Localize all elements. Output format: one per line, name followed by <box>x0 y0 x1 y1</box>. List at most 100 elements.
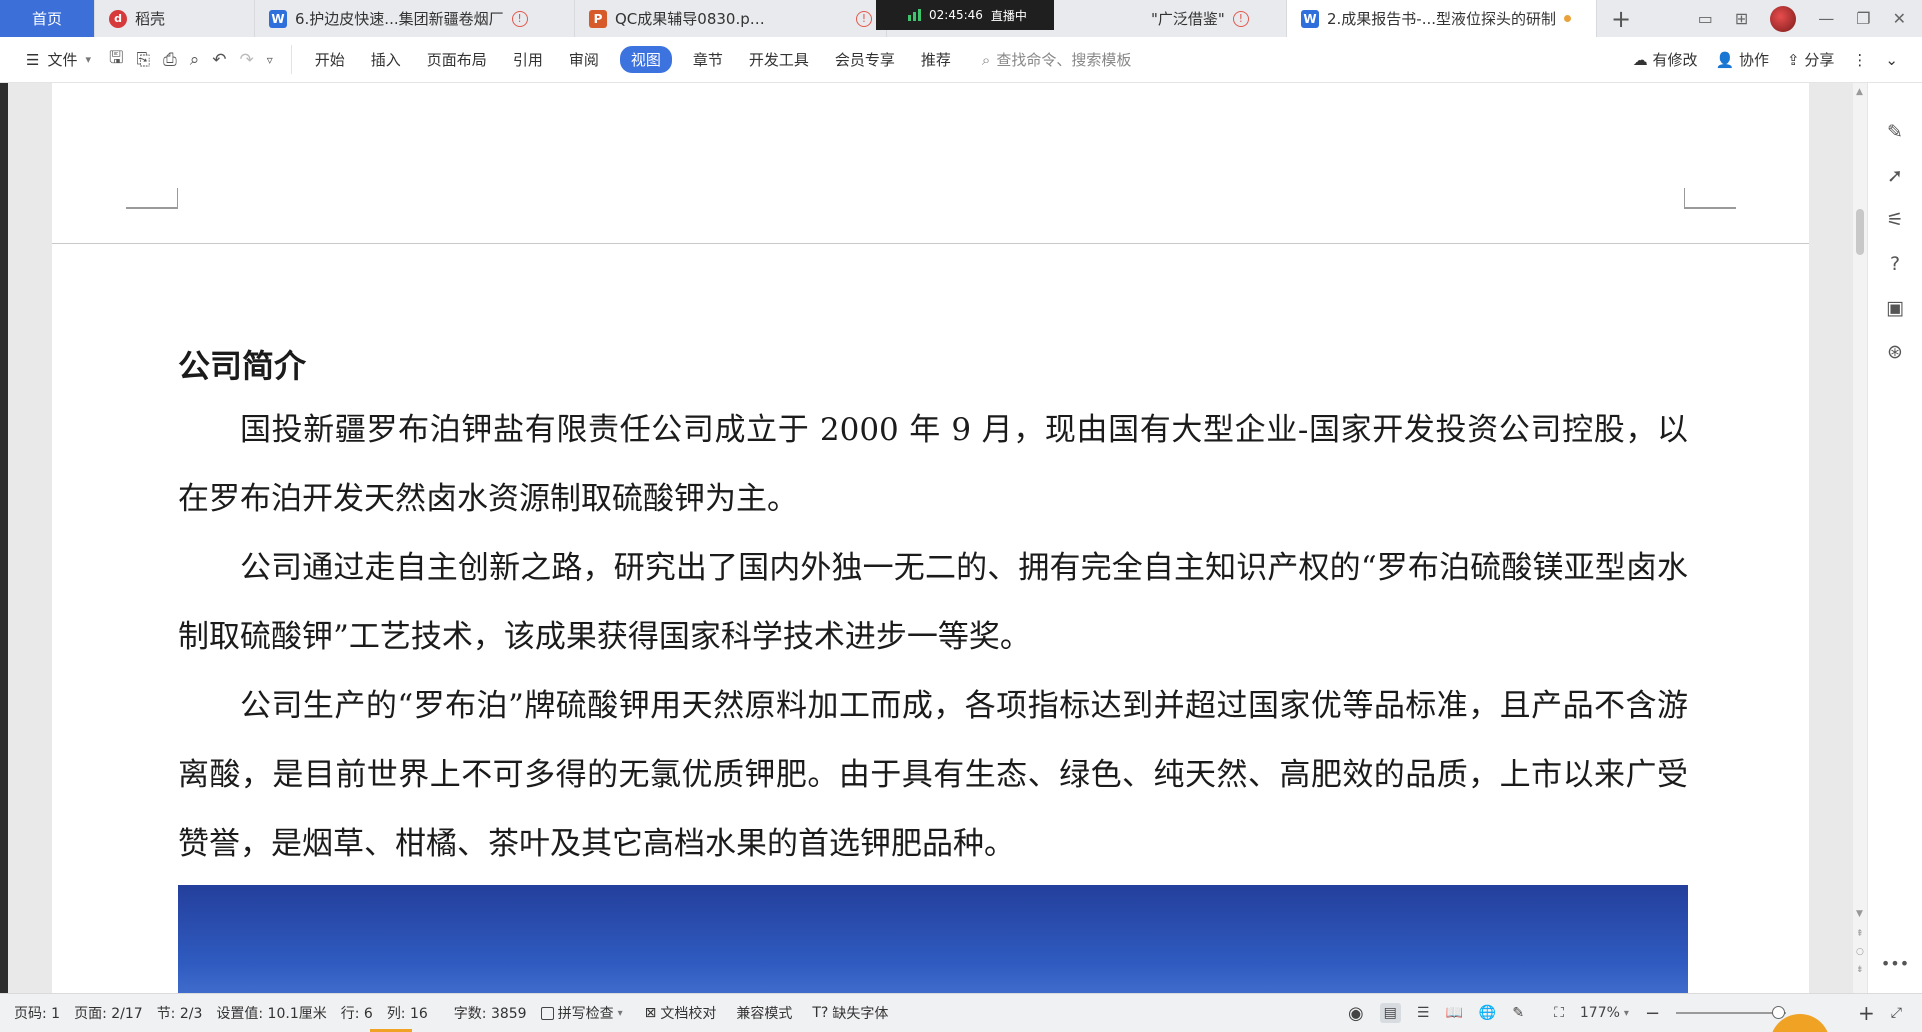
modified-button[interactable]: ☁ 有修改 <box>1633 49 1698 70</box>
word-count[interactable]: 字数: 3859 <box>428 1003 527 1023</box>
word-doc-icon: W <box>269 9 287 28</box>
image-tool-icon[interactable]: ▣ <box>1886 297 1904 319</box>
hamburger-icon: ☰ <box>26 50 40 69</box>
live-indicator: 02:45:46 直播中 <box>876 0 1054 30</box>
zoom-in-button[interactable]: + <box>1858 1001 1875 1025</box>
ribbon: ☰ 文件 ▾ 🖫 ⎘ ⎙ ⌕ ↶ ↷ ▿ 开始 插入 页面布局 引用 审阅 视图… <box>0 37 1922 83</box>
redo-icon[interactable]: ↷ <box>239 50 253 70</box>
live-timer: 02:45:46 <box>929 8 983 22</box>
row-indicator[interactable]: 行: 6 <box>327 1003 373 1023</box>
fit-page-icon[interactable]: ⛶ <box>1554 1005 1564 1021</box>
more-icon[interactable]: ••• <box>1881 954 1909 973</box>
tab-page-layout[interactable]: 页面布局 <box>414 49 500 70</box>
minimize-icon[interactable]: — <box>1818 9 1834 28</box>
crop-mark <box>126 188 178 208</box>
customize-icon[interactable]: ▿ <box>267 53 273 67</box>
zoom-slider-knob[interactable] <box>1772 1006 1786 1019</box>
window-controls: ▭ ⊞ — ❐ ✕ <box>1698 0 1922 37</box>
tab-guangfan[interactable]: "广泛借鉴" ! <box>1137 0 1287 37</box>
eye-protect-icon[interactable]: ◉ <box>1348 1003 1364 1024</box>
tab-home[interactable]: 首页 <box>0 0 95 37</box>
more-menu-icon[interactable]: ⋮ <box>1852 51 1867 69</box>
new-tab-button[interactable]: + <box>1597 0 1645 37</box>
chevron-down-icon: ▾ <box>1623 1007 1629 1019</box>
ppt-doc-icon: P <box>589 9 607 28</box>
prev-page-icon[interactable]: ⇞ <box>1856 929 1864 939</box>
export-pdf-icon[interactable]: ⎘ <box>136 50 150 70</box>
proofread-button[interactable]: ⊠ 文档校对 <box>623 1003 717 1023</box>
chevron-down-icon: ▾ <box>85 53 91 66</box>
tab-member[interactable]: 会员专享 <box>822 49 908 70</box>
embedded-image[interactable] <box>178 885 1688 993</box>
tab-active-document[interactable]: W 2.成果报告书-...型液位探头的研制 <box>1287 0 1597 37</box>
share-icon: ⇪ <box>1787 51 1800 69</box>
spellcheck-button[interactable]: 拼写检查 ▾ <box>527 1003 623 1023</box>
spellcheck-label: 拼写检查 <box>557 1006 614 1022</box>
setting-value[interactable]: 设置值: 10.1厘米 <box>202 1003 326 1023</box>
page-view-icon[interactable]: ▤ <box>1379 1003 1401 1023</box>
grid-icon[interactable]: ⊞ <box>1735 9 1748 28</box>
tab-start[interactable]: 开始 <box>302 49 358 70</box>
web-view-icon[interactable]: 🌐 <box>1479 1005 1496 1021</box>
scroll-up-icon[interactable]: ▲ <box>1856 87 1863 97</box>
compass-icon[interactable]: ⊛ <box>1887 341 1903 363</box>
collab-label: 协作 <box>1739 51 1770 69</box>
undo-icon[interactable]: ↶ <box>212 50 226 70</box>
zoom-level[interactable]: 177% <box>1580 1005 1620 1021</box>
zoom-out-button[interactable]: − <box>1645 1003 1660 1024</box>
share-button[interactable]: ⇪ 分享 <box>1787 49 1834 70</box>
scroll-thumb[interactable] <box>1856 209 1864 255</box>
tab-devtools[interactable]: 开发工具 <box>736 49 822 70</box>
crop-mark <box>1684 188 1736 208</box>
fullscreen-icon[interactable]: ⤢ <box>1891 1005 1902 1021</box>
signal-icon <box>908 9 921 21</box>
tab-daoke[interactable]: d 稻壳 <box>95 0 255 37</box>
next-page-icon[interactable]: ⇟ <box>1856 965 1864 975</box>
help-icon[interactable]: ? <box>1890 253 1900 275</box>
column-indicator[interactable]: 列: 16 <box>373 1003 428 1023</box>
tab-daoke-label: 稻壳 <box>135 10 166 28</box>
cloud-icon: ☁ <box>1632 51 1648 69</box>
print-preview-icon[interactable]: ⌕ <box>190 50 200 70</box>
vertical-scrollbar[interactable]: ▲ ▼ ⇞ ○ ⇟ <box>1853 83 1867 993</box>
tab-review[interactable]: 审阅 <box>556 49 612 70</box>
restore-icon[interactable]: ❐ <box>1856 9 1870 28</box>
tab-presentation[interactable]: P QC成果辅导0830.pptx ! <box>575 0 887 37</box>
document-page[interactable]: 公司简介 国投新疆罗布泊钾盐有限责任公司成立于 2000 年 9 月，现由国有大… <box>52 83 1809 993</box>
file-menu[interactable]: ☰ 文件 ▾ <box>0 49 109 70</box>
collab-button[interactable]: 👤 协作 <box>1716 49 1769 70</box>
unsaved-dot-icon <box>1564 15 1572 22</box>
document-body[interactable]: 公司简介 国投新疆罗布泊钾盐有限责任公司成立于 2000 年 9 月，现由国有大… <box>178 347 1688 879</box>
user-icon: 👤 <box>1715 51 1735 69</box>
outline-view-icon[interactable]: ☰ <box>1417 1005 1430 1021</box>
tab-chapter[interactable]: 章节 <box>680 49 736 70</box>
save-icon[interactable]: 🖫 <box>109 45 123 74</box>
tab-insert[interactable]: 插入 <box>358 49 414 70</box>
status-controls: ◉ ▤ ☰ 📖 🌐 ✎ ⛶ 177% ▾ − + ⤢ <box>1348 1001 1922 1025</box>
collapse-ribbon-icon[interactable]: ⌄ <box>1885 51 1898 69</box>
section-indicator[interactable]: 节: 2/3 <box>143 1003 203 1023</box>
adjust-icon[interactable]: ⚟ <box>1886 209 1903 231</box>
tab-view[interactable]: 视图 <box>619 46 672 73</box>
tab-document-1[interactable]: W 6.护边皮快速...集团新疆卷烟厂 ! <box>255 0 575 37</box>
avatar[interactable] <box>1770 5 1797 32</box>
layout-icon[interactable]: ▭ <box>1698 9 1713 28</box>
command-search[interactable]: ⌕ 查找命令、搜索模板 <box>964 49 1131 70</box>
write-view-icon[interactable]: ✎ <box>1512 1005 1524 1021</box>
print-icon[interactable]: ⎙ <box>163 50 177 70</box>
reading-view-icon[interactable]: 📖 <box>1445 1005 1462 1021</box>
zoom-slider[interactable] <box>1676 1006 1787 1019</box>
page-code[interactable]: 页码: 1 <box>0 1003 60 1023</box>
compat-mode[interactable]: 兼容模式 <box>716 1003 792 1023</box>
select-browse-icon[interactable]: ○ <box>1856 947 1864 957</box>
tab-reference[interactable]: 引用 <box>500 49 556 70</box>
page-indicator[interactable]: 页面: 2/17 <box>60 1003 143 1023</box>
close-icon[interactable]: ✕ <box>1893 9 1906 28</box>
crop-mark <box>126 208 178 209</box>
edit-pen-icon[interactable]: ✎ <box>1887 121 1903 143</box>
missing-font-button[interactable]: T? 缺失字体 <box>792 1003 888 1023</box>
tab-recommend[interactable]: 推荐 <box>908 49 964 70</box>
pointer-icon[interactable]: ➚ <box>1887 165 1903 187</box>
left-border <box>0 83 8 993</box>
scroll-down-icon[interactable]: ▼ <box>1856 909 1863 919</box>
